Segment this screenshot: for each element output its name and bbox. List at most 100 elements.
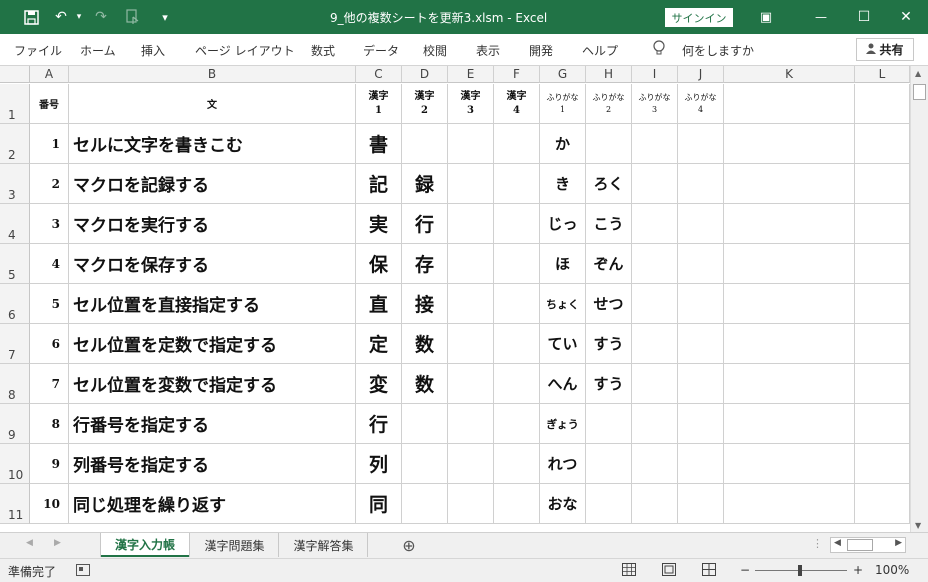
column-header-j[interactable]: J: [678, 66, 724, 83]
grid-cell[interactable]: [855, 204, 910, 244]
row-header[interactable]: 10: [0, 444, 30, 484]
grid-cell[interactable]: [494, 204, 540, 244]
cell-kanji-2[interactable]: [402, 444, 448, 484]
row-header[interactable]: 8: [0, 364, 30, 404]
grid-cell[interactable]: [855, 284, 910, 324]
zoom-out-button[interactable]: −: [740, 563, 750, 577]
cell-furigana-2[interactable]: [586, 124, 632, 164]
column-header-f[interactable]: F: [494, 66, 540, 83]
grid-cell[interactable]: [855, 164, 910, 204]
grid-cell[interactable]: [724, 404, 855, 444]
grid-cell[interactable]: [494, 484, 540, 524]
grid-cell[interactable]: [494, 404, 540, 444]
cell-kanji-2[interactable]: 数: [402, 364, 448, 404]
grid-cell[interactable]: [448, 364, 494, 404]
sheet-tab-kanji-answers[interactable]: 漢字解答集: [280, 533, 368, 557]
grid-cell[interactable]: [855, 244, 910, 284]
grid-cell[interactable]: [678, 164, 724, 204]
cell-furigana-2[interactable]: ぞん: [586, 244, 632, 284]
row-header[interactable]: 6: [0, 284, 30, 324]
cell-furigana-2[interactable]: ろく: [586, 164, 632, 204]
tab-help[interactable]: ヘルプ: [582, 42, 618, 59]
cell-number[interactable]: 1: [30, 124, 69, 164]
cell-kanji-1[interactable]: 直: [356, 284, 402, 324]
cell-number[interactable]: 6: [30, 324, 69, 364]
tab-split-handle[interactable]: ⋮: [812, 537, 823, 550]
column-header-h[interactable]: H: [586, 66, 632, 83]
sheet-tab-kanji-questions[interactable]: 漢字問題集: [191, 533, 279, 557]
tab-home[interactable]: ホーム: [80, 42, 116, 59]
grid-cell[interactable]: [632, 124, 678, 164]
grid-cell[interactable]: [632, 404, 678, 444]
grid-cell[interactable]: [855, 124, 910, 164]
cell-sentence[interactable]: 行番号を指定する: [69, 404, 356, 444]
tab-view[interactable]: 表示: [476, 42, 500, 59]
cell-furigana-2[interactable]: すう: [586, 324, 632, 364]
tab-insert[interactable]: 挿入: [141, 42, 165, 59]
grid-cell[interactable]: [632, 484, 678, 524]
grid-cell[interactable]: [632, 204, 678, 244]
cell-number[interactable]: 10: [30, 484, 69, 524]
cell-number[interactable]: 4: [30, 244, 69, 284]
cell-kanji-1[interactable]: 定: [356, 324, 402, 364]
select-all-corner[interactable]: [0, 66, 30, 83]
grid-cell[interactable]: [632, 324, 678, 364]
row-header[interactable]: 4: [0, 204, 30, 244]
header-kanji-4[interactable]: 漢字 4: [494, 84, 540, 124]
header-kanji-2[interactable]: 漢字 2: [402, 84, 448, 124]
vertical-scrollbar[interactable]: ▲ ▼: [910, 66, 928, 532]
header-furigana-2[interactable]: ふりがな 2: [586, 84, 632, 124]
header-furigana-1[interactable]: ふりがな 1: [540, 84, 586, 124]
cell-number[interactable]: 3: [30, 204, 69, 244]
minimize-icon[interactable]: —: [798, 0, 844, 34]
row-header[interactable]: 2: [0, 124, 30, 164]
grid-cell[interactable]: [678, 204, 724, 244]
grid-cell[interactable]: [678, 324, 724, 364]
cell-furigana-1[interactable]: じっ: [540, 204, 586, 244]
cell-furigana-1[interactable]: ほ: [540, 244, 586, 284]
grid-cell[interactable]: [448, 444, 494, 484]
grid-cell[interactable]: [678, 244, 724, 284]
cell-number[interactable]: 2: [30, 164, 69, 204]
grid-cell[interactable]: [448, 484, 494, 524]
cell-kanji-2[interactable]: [402, 484, 448, 524]
page-break-view-icon[interactable]: [702, 563, 716, 579]
add-sheet-icon[interactable]: ⊕: [398, 533, 420, 557]
grid-cell[interactable]: [724, 364, 855, 404]
tab-review[interactable]: 校閲: [423, 42, 447, 59]
zoom-in-button[interactable]: +: [853, 563, 863, 577]
grid-cell[interactable]: [632, 244, 678, 284]
grid-cell[interactable]: [855, 484, 910, 524]
header-kanji-1[interactable]: 漢字 1: [356, 84, 402, 124]
grid-cell[interactable]: [678, 364, 724, 404]
cell-furigana-1[interactable]: れつ: [540, 444, 586, 484]
cell-kanji-1[interactable]: 同: [356, 484, 402, 524]
cell-furigana-1[interactable]: ぎょう: [540, 404, 586, 444]
grid-cell[interactable]: [724, 244, 855, 284]
cell-furigana-1[interactable]: か: [540, 124, 586, 164]
cell-kanji-1[interactable]: 記: [356, 164, 402, 204]
cell-kanji-1[interactable]: 行: [356, 404, 402, 444]
grid-cell[interactable]: [678, 284, 724, 324]
worksheet-grid[interactable]: A B C D E F G H I J K L 1 2 3 4 5 6 7 8 9 10 11 番号文…: [0, 66, 910, 527]
scroll-tabs-left-icon[interactable]: ◀: [26, 538, 33, 548]
scroll-tabs-right-icon[interactable]: ▶: [54, 538, 61, 548]
grid-cell[interactable]: [724, 444, 855, 484]
redo-icon[interactable]: ↷: [88, 0, 114, 34]
grid-cell[interactable]: [632, 364, 678, 404]
cell-kanji-2[interactable]: 接: [402, 284, 448, 324]
cell-kanji-2[interactable]: [402, 404, 448, 444]
row-header[interactable]: 1: [0, 84, 30, 124]
header-furigana-4[interactable]: ふりがな 4: [678, 84, 724, 124]
cell-kanji-1[interactable]: 変: [356, 364, 402, 404]
cell-sentence[interactable]: マクロを実行する: [69, 204, 356, 244]
grid-cell[interactable]: [448, 164, 494, 204]
undo-dropdown-icon[interactable]: ▾: [74, 0, 84, 34]
cell-furigana-1[interactable]: ちょく: [540, 284, 586, 324]
cell-kanji-1[interactable]: 実: [356, 204, 402, 244]
page-layout-view-icon[interactable]: [662, 563, 676, 579]
header-furigana-3[interactable]: ふりがな 3: [632, 84, 678, 124]
tell-me-search[interactable]: 何をしますか: [682, 42, 754, 59]
grid-cell[interactable]: [448, 244, 494, 284]
cell-sentence[interactable]: マクロを記録する: [69, 164, 356, 204]
